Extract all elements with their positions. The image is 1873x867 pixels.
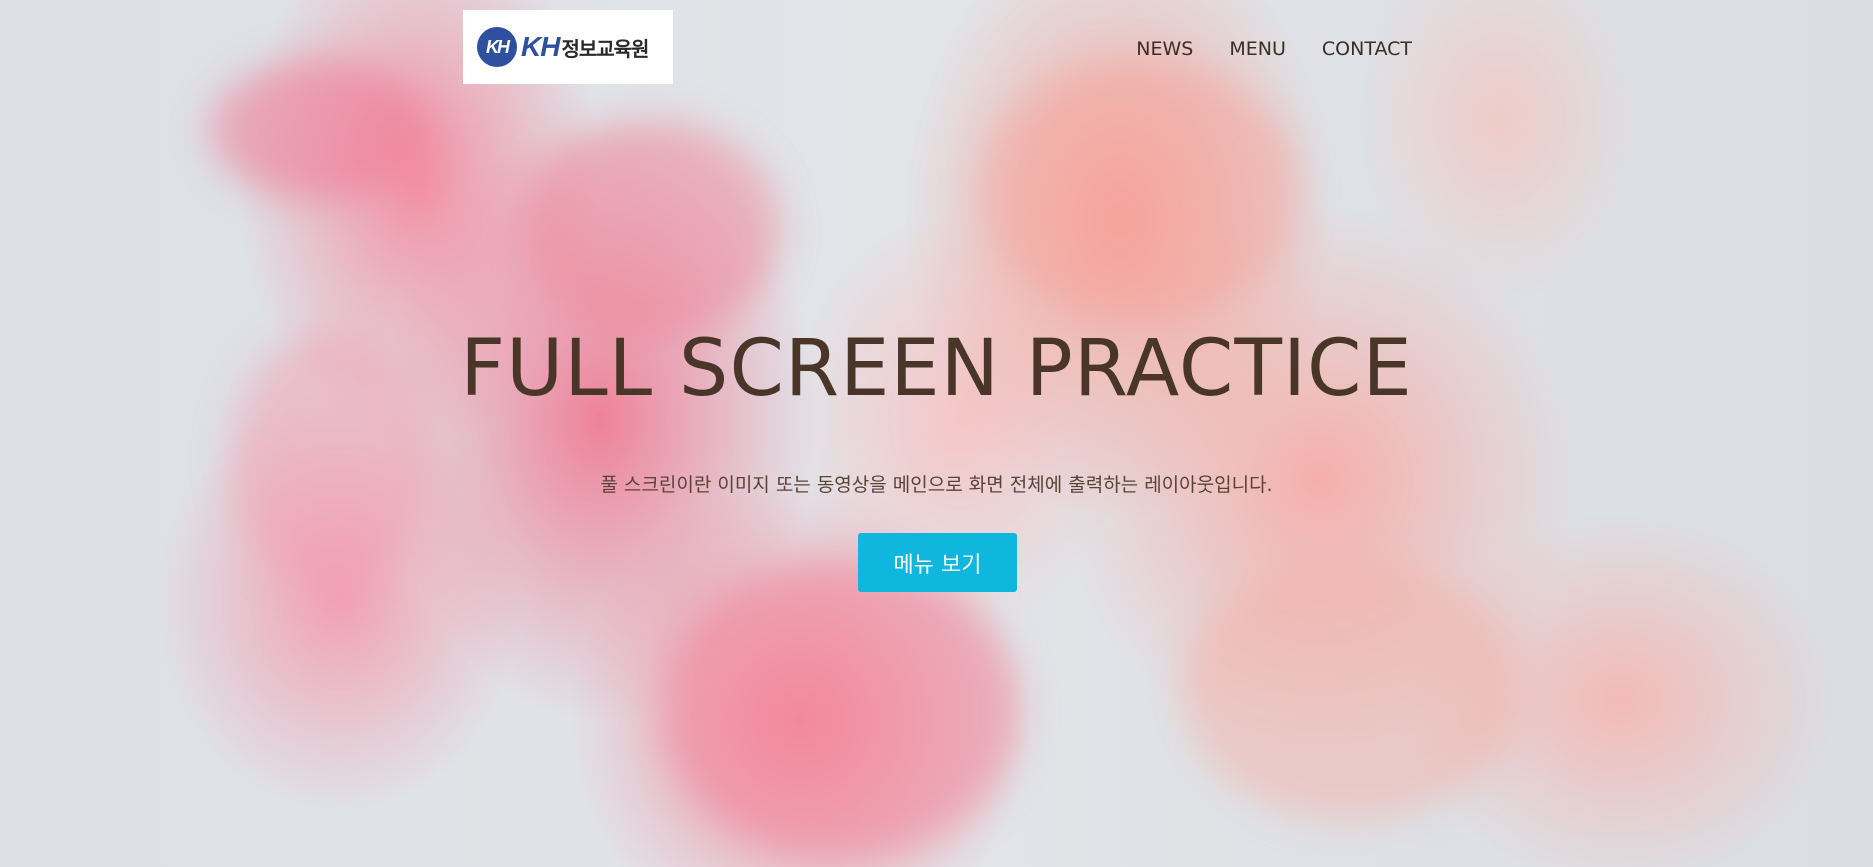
hero-title: FULL SCREEN PRACTICE bbox=[460, 324, 1413, 414]
view-menu-button[interactable]: 메뉴 보기 bbox=[858, 533, 1017, 592]
kh-logo-icon: KH bbox=[477, 27, 517, 67]
nav-item-menu[interactable]: MENU bbox=[1229, 38, 1286, 60]
smoke-wisp bbox=[980, 60, 1300, 320]
smoke-wisp bbox=[1180, 560, 1520, 820]
logo-link[interactable]: KH KH 정보교육원 bbox=[463, 10, 673, 84]
site-header: KH KH 정보교육원 NEWS MENU CONTACT bbox=[0, 0, 1873, 90]
nav-item-news[interactable]: NEWS bbox=[1136, 38, 1193, 60]
logo-name: 정보교육원 bbox=[561, 36, 649, 61]
logo-abbr: KH bbox=[521, 31, 560, 62]
smoke-wisp bbox=[520, 120, 780, 340]
main-nav: NEWS MENU CONTACT bbox=[1136, 38, 1412, 60]
nav-item-contact[interactable]: CONTACT bbox=[1322, 38, 1412, 60]
hero-background-image bbox=[0, 0, 1873, 867]
hero-description: 풀 스크린이란 이미지 또는 동영상을 메인으로 화면 전체에 출력하는 레이아… bbox=[600, 474, 1273, 496]
smoke-wisp bbox=[660, 560, 1020, 860]
